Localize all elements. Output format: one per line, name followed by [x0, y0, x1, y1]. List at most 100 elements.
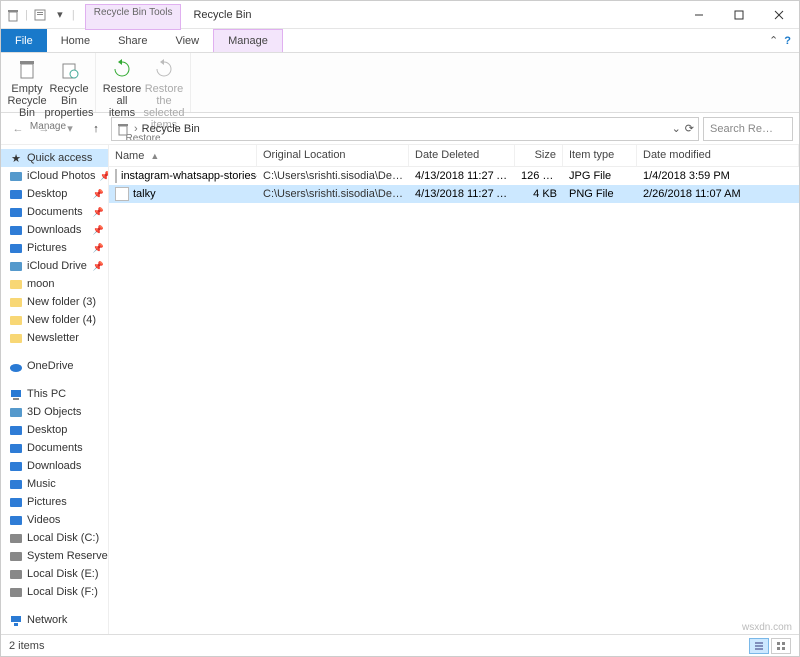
pictures-icon — [9, 241, 23, 255]
sidebar-network[interactable]: Network — [1, 611, 108, 629]
sidebar-item[interactable]: Downloads📌 — [1, 221, 108, 239]
tab-home[interactable]: Home — [47, 29, 104, 52]
qat-dropdown-icon[interactable]: ▾ — [52, 7, 68, 23]
sidebar-item[interactable]: Downloads — [1, 457, 108, 475]
properties-qat-icon[interactable] — [32, 7, 48, 23]
restore-selected-icon — [152, 57, 176, 81]
sidebar-item[interactable]: Desktop📌 — [1, 185, 108, 203]
file-row[interactable]: instagram-whatsapp-stories-min C:\Users\… — [109, 167, 799, 185]
close-button[interactable] — [759, 1, 799, 29]
empty-recycle-bin-button[interactable]: Empty Recycle Bin — [7, 55, 47, 121]
maximize-button[interactable] — [719, 1, 759, 29]
main-area: ★Quick accessiCloud Photos📌Desktop📌Docum… — [1, 145, 799, 634]
sidebar-this-pc[interactable]: This PC — [1, 385, 108, 403]
documents-icon — [9, 441, 23, 455]
iclouddrive-icon — [9, 259, 23, 273]
breadcrumb-sep-icon[interactable]: › — [134, 123, 138, 135]
folder-icon — [9, 295, 23, 309]
search-placeholder: Search Re… — [710, 123, 773, 135]
column-original-location[interactable]: Original Location — [257, 145, 409, 166]
sidebar-item[interactable]: Videos — [1, 511, 108, 529]
tab-file[interactable]: File — [1, 29, 47, 52]
search-input[interactable]: Search Re… — [703, 117, 793, 141]
column-name[interactable]: Name▲ — [109, 145, 257, 166]
recycle-bin-properties-button[interactable]: Recycle Bin properties — [49, 55, 89, 121]
recent-locations-icon[interactable]: ▾ — [59, 118, 81, 140]
status-bar: 2 items — [1, 634, 799, 656]
sidebar-item[interactable]: New folder (4) — [1, 311, 108, 329]
back-button[interactable]: ← — [7, 118, 29, 140]
sidebar-item[interactable]: Local Disk (C:) — [1, 529, 108, 547]
address-dropdown-icon[interactable]: ⌄ — [672, 122, 681, 135]
sidebar-item[interactable]: Local Disk (F:) — [1, 583, 108, 601]
sidebar-item[interactable]: Music — [1, 475, 108, 493]
tab-view[interactable]: View — [161, 29, 213, 52]
star-icon: ★ — [9, 151, 23, 165]
videos-icon — [9, 513, 23, 527]
downloads-icon — [9, 223, 23, 237]
contextual-tab-label: Recycle Bin Tools — [85, 4, 182, 30]
sidebar-item[interactable]: Desktop — [1, 421, 108, 439]
cloud-icon — [9, 359, 23, 373]
pin-icon: 📌 — [93, 207, 104, 218]
sidebar-onedrive[interactable]: OneDrive — [1, 357, 108, 375]
help-icon[interactable]: ? — [784, 35, 791, 47]
sidebar-item[interactable]: moon — [1, 275, 108, 293]
window-title: Recycle Bin — [193, 9, 251, 21]
title-bar: | ▾ | Recycle Bin Tools Recycle Bin — [1, 1, 799, 29]
sidebar-item[interactable]: System Reserved (D — [1, 547, 108, 565]
pin-icon: 📌 — [93, 243, 104, 254]
downloads-icon — [9, 459, 23, 473]
column-size[interactable]: Size — [515, 145, 563, 166]
file-list[interactable]: instagram-whatsapp-stories-min C:\Users\… — [109, 167, 799, 634]
documents-icon — [9, 205, 23, 219]
disk-icon — [9, 531, 23, 545]
restore-all-icon — [110, 57, 134, 81]
navigation-pane[interactable]: ★Quick accessiCloud Photos📌Desktop📌Docum… — [1, 145, 109, 634]
sidebar-quick-access[interactable]: ★Quick access — [1, 149, 108, 167]
sort-asc-icon: ▲ — [150, 151, 159, 161]
tab-share[interactable]: Share — [104, 29, 161, 52]
recycle-bin-icon — [5, 7, 21, 23]
column-date-modified[interactable]: Date modified — [637, 145, 799, 166]
forward-button[interactable]: → — [33, 118, 55, 140]
sidebar-item[interactable]: Pictures📌 — [1, 239, 108, 257]
disk-icon — [9, 567, 23, 581]
large-icons-view-button[interactable] — [771, 638, 791, 654]
music-icon — [9, 477, 23, 491]
photos-icon — [9, 169, 23, 183]
sidebar-item[interactable]: Documents📌 — [1, 203, 108, 221]
file-row[interactable]: talky C:\Users\srishti.sisodia\Desktop 4… — [109, 185, 799, 203]
pin-icon: 📌 — [93, 225, 104, 236]
desktop-icon — [9, 187, 23, 201]
pin-icon: 📌 — [93, 189, 104, 200]
column-headers[interactable]: Name▲ Original Location Date Deleted Siz… — [109, 145, 799, 167]
column-date-deleted[interactable]: Date Deleted — [409, 145, 515, 166]
sidebar-item[interactable]: iCloud Photos📌 — [1, 167, 108, 185]
tab-manage[interactable]: Manage — [213, 29, 283, 52]
recycle-bin-icon — [116, 122, 130, 136]
file-pane: Name▲ Original Location Date Deleted Siz… — [109, 145, 799, 634]
sidebar-item[interactable]: Newsletter — [1, 329, 108, 347]
details-view-button[interactable] — [749, 638, 769, 654]
sidebar-item[interactable]: iCloud Drive📌 — [1, 257, 108, 275]
qat-separator: | — [25, 9, 28, 21]
address-bar[interactable]: › Recycle Bin ⌄ ⟳ — [111, 117, 699, 141]
disk-icon — [9, 549, 23, 563]
pin-icon: 📌 — [93, 261, 104, 272]
item-count: 2 items — [9, 640, 44, 652]
column-item-type[interactable]: Item type — [563, 145, 637, 166]
breadcrumb-item[interactable]: Recycle Bin — [142, 123, 200, 135]
sidebar-item[interactable]: Local Disk (E:) — [1, 565, 108, 583]
sidebar-item[interactable]: 3D Objects — [1, 403, 108, 421]
sidebar-item[interactable]: New folder (3) — [1, 293, 108, 311]
refresh-icon[interactable]: ⟳ — [685, 122, 694, 135]
file-icon — [115, 187, 129, 201]
minimize-button[interactable] — [679, 1, 719, 29]
ribbon: Empty Recycle Bin Recycle Bin properties… — [1, 53, 799, 113]
sidebar-item[interactable]: Pictures — [1, 493, 108, 511]
up-button[interactable]: ↑ — [85, 118, 107, 140]
sidebar-item[interactable]: Documents — [1, 439, 108, 457]
ribbon-collapse-icon[interactable]: ⌃ — [769, 34, 778, 47]
pc-icon — [9, 387, 23, 401]
